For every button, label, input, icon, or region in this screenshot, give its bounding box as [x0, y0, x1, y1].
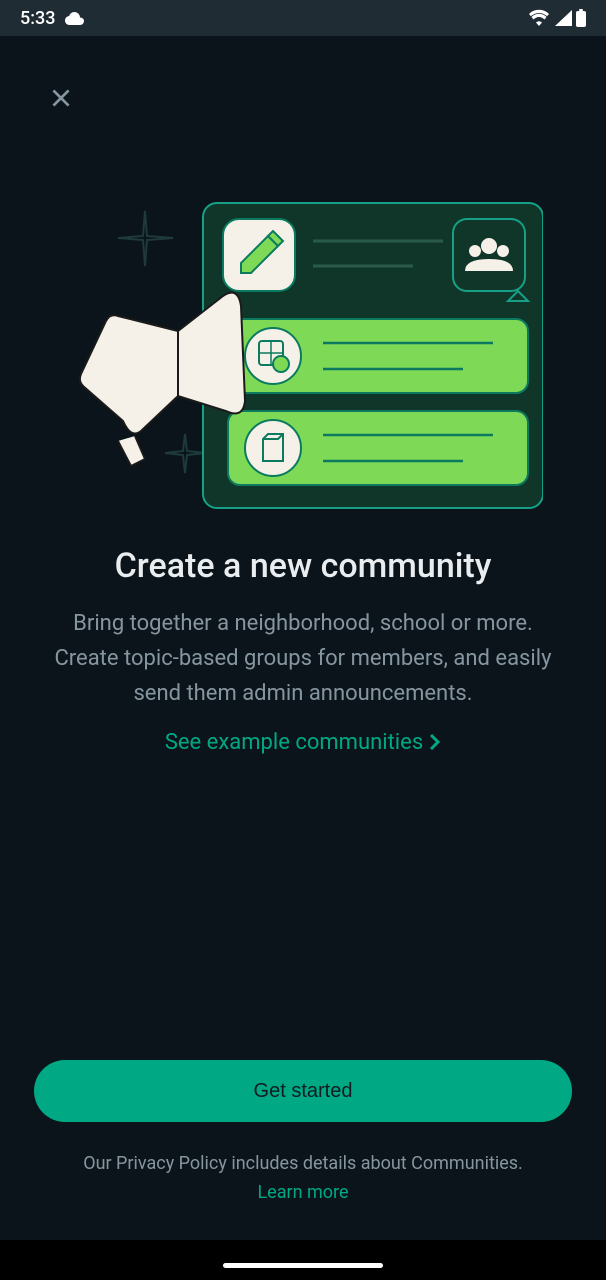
cloud-icon	[63, 11, 85, 25]
status-time: 5:33	[20, 8, 55, 29]
learn-more-link[interactable]: Learn more	[257, 1182, 348, 1203]
main-content: Create a new community Bring together a …	[0, 36, 606, 755]
page-description: Bring together a neighborhood, school or…	[40, 606, 566, 712]
privacy-text-content: Our Privacy Policy includes details abou…	[83, 1153, 523, 1174]
get-started-button[interactable]: Get started	[34, 1060, 572, 1122]
bottom-nav-bar	[0, 1240, 606, 1280]
community-illustration	[63, 191, 543, 516]
close-button[interactable]	[48, 85, 74, 115]
example-communities-link[interactable]: See example communities	[165, 730, 441, 755]
status-bar: 5:33	[0, 0, 606, 36]
chevron-right-icon	[429, 733, 441, 751]
battery-icon	[576, 9, 586, 27]
page-title: Create a new community	[115, 546, 492, 586]
example-link-text: See example communities	[165, 730, 423, 755]
signal-icon	[554, 10, 572, 26]
wifi-icon	[528, 9, 550, 27]
nav-handle[interactable]	[223, 1263, 383, 1268]
privacy-notice: Our Privacy Policy includes details abou…	[0, 1150, 606, 1208]
